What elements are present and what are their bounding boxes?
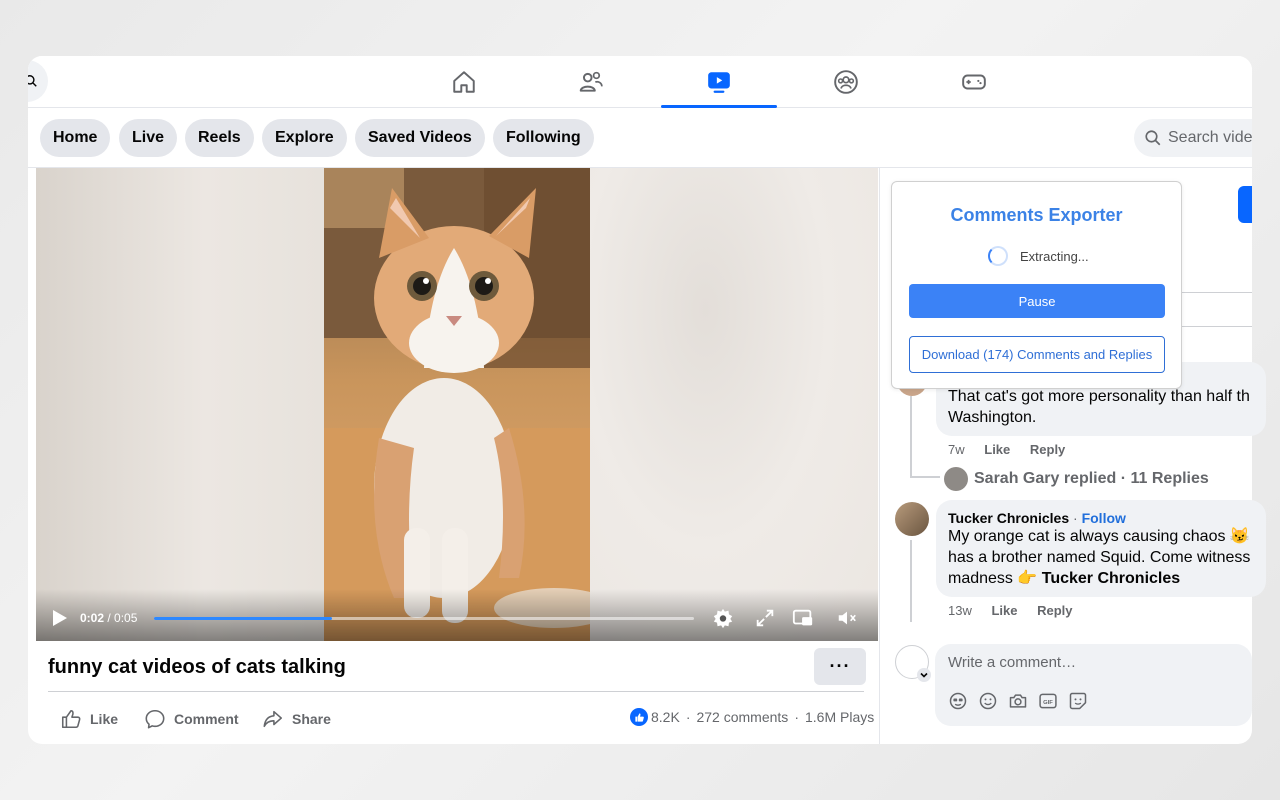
- video-icon: [708, 72, 730, 93]
- comment-text: That cat's got more personality than hal…: [948, 388, 1250, 405]
- video-frame: [324, 168, 614, 641]
- separator: ·: [685, 709, 691, 725]
- comments-exporter-popup: Comments Exporter Extracting... Pause Do…: [891, 181, 1182, 389]
- search-icon: [1145, 130, 1161, 146]
- engagement-stats: 8.2K · 272 comments · 1.6M Plays: [630, 708, 874, 726]
- gif-icon[interactable]: GIF: [1038, 691, 1058, 711]
- home-icon: [453, 71, 475, 93]
- groups-icon: [834, 70, 858, 94]
- comment-text: My orange cat is always causing chaos 😼: [948, 528, 1250, 545]
- muted-volume-icon[interactable]: [836, 607, 858, 629]
- duration: / 0:05: [107, 611, 138, 625]
- fullscreen-icon[interactable]: [754, 607, 776, 629]
- nav-tab-gaming[interactable]: [916, 56, 1032, 108]
- follow-separator: ·: [1069, 510, 1082, 526]
- sticker-icon[interactable]: [1068, 691, 1088, 711]
- like-reaction-icon: [630, 708, 648, 726]
- camera-icon[interactable]: [1008, 691, 1028, 711]
- picture-in-picture-icon[interactable]: [792, 607, 814, 629]
- play-icon[interactable]: [52, 609, 68, 627]
- more-options-button[interactable]: ···: [814, 648, 866, 685]
- comment-label: Comment: [174, 711, 239, 727]
- comment-time[interactable]: 7w: [948, 442, 965, 457]
- video-progress-bar[interactable]: [154, 617, 694, 620]
- comment-text-part: madness 👉: [948, 570, 1042, 587]
- chevron-down-icon[interactable]: [917, 668, 931, 682]
- comment-text: has a brother named Squid. Come witness: [948, 549, 1251, 566]
- pill-reels[interactable]: Reels: [185, 119, 254, 157]
- comment-text: madness 👉 Tucker Chronicles: [948, 568, 1180, 589]
- nav-tab-groups[interactable]: [788, 56, 904, 108]
- settings-gear-icon[interactable]: [712, 607, 734, 629]
- comment-author[interactable]: Tucker Chronicles: [948, 510, 1069, 526]
- friends-icon: [579, 71, 603, 92]
- gaming-icon: [962, 74, 986, 90]
- svg-text:GIF: GIF: [1043, 700, 1053, 706]
- comment-input-placeholder[interactable]: Write a comment…: [948, 654, 1076, 671]
- divider: [1180, 292, 1252, 293]
- download-comments-button[interactable]: Download (174) Comments and Replies: [909, 336, 1165, 373]
- emoji-icon[interactable]: [978, 691, 998, 711]
- video-progress-fill: [154, 617, 333, 620]
- comment-meta: 13w Like Reply: [948, 603, 1089, 618]
- thread-line: [910, 396, 912, 476]
- comment-time[interactable]: 13w: [948, 603, 972, 618]
- pill-home[interactable]: Home: [40, 119, 111, 157]
- like-label: Like: [90, 711, 119, 727]
- view-replies-link[interactable]: Sarah Gary replied · 11 Replies: [974, 470, 1209, 488]
- video-title: funny cat videos of cats talking: [48, 656, 346, 678]
- avatar-sticker-icon[interactable]: [948, 691, 968, 711]
- current-time: 0:02: [80, 611, 105, 625]
- separator: ·: [794, 709, 799, 725]
- pause-button[interactable]: Pause: [909, 284, 1165, 318]
- video-blur-background: [590, 168, 878, 641]
- facebook-search-button[interactable]: [28, 60, 48, 102]
- comment-like-link[interactable]: Like: [991, 603, 1017, 618]
- video-controls: 0:02 / 0:05: [36, 589, 878, 641]
- pill-saved-videos[interactable]: Saved Videos: [355, 119, 485, 157]
- pill-explore[interactable]: Explore: [262, 119, 347, 157]
- cat-image: [324, 168, 614, 641]
- comment-like-link[interactable]: Like: [984, 442, 1010, 457]
- thumbs-up-icon: [61, 709, 81, 729]
- play-count: 1.6M Plays: [804, 709, 875, 725]
- share-button[interactable]: Share: [262, 708, 331, 730]
- exporter-status-text: Extracting...: [1020, 248, 1089, 264]
- mentioned-page-link[interactable]: Tucker Chronicles: [1042, 570, 1180, 587]
- comment-meta: 7w Like Reply: [948, 442, 1081, 457]
- blue-button-partial[interactable]: [1238, 186, 1252, 223]
- share-label: Share: [292, 711, 331, 727]
- follow-link[interactable]: Follow: [1082, 510, 1126, 526]
- comment-count[interactable]: 272 comments: [696, 709, 788, 725]
- divider: [48, 691, 864, 692]
- nav-tab-video[interactable]: [661, 56, 777, 108]
- exporter-status: Extracting...: [988, 246, 1089, 266]
- like-button[interactable]: Like: [60, 708, 118, 730]
- share-arrow-icon: [263, 710, 283, 728]
- comment-button[interactable]: Comment: [144, 708, 239, 730]
- loading-spinner-icon: [988, 246, 1008, 266]
- comment-reply-link[interactable]: Reply: [1037, 603, 1072, 618]
- thread-line: [910, 540, 912, 622]
- video-filter-bar: Home Live Reels Explore Saved Videos Fol…: [28, 108, 1252, 168]
- exporter-title: Comments Exporter: [950, 205, 1123, 225]
- top-navigation: [28, 56, 1252, 108]
- pill-following[interactable]: Following: [493, 119, 594, 157]
- video-time: 0:02 / 0:05: [80, 611, 137, 625]
- pill-live[interactable]: Live: [119, 119, 178, 157]
- divider: [1180, 326, 1252, 327]
- nav-tab-friends[interactable]: [533, 56, 649, 108]
- comment-reply-link[interactable]: Reply: [1030, 442, 1065, 457]
- comment-text: Washington.: [948, 409, 1037, 426]
- search-videos-placeholder: Search videos: [1168, 129, 1252, 146]
- reply-avatar[interactable]: [944, 467, 968, 491]
- thread-line: [910, 476, 940, 478]
- commenter-avatar[interactable]: [895, 502, 929, 536]
- search-icon: [28, 75, 37, 87]
- video-player[interactable]: 0:02 / 0:05: [36, 168, 878, 641]
- comment-bubble-icon: [145, 709, 165, 729]
- nav-tab-home[interactable]: [406, 56, 522, 108]
- like-count[interactable]: 8.2K: [651, 709, 680, 725]
- search-videos-input[interactable]: Search videos: [1134, 119, 1252, 157]
